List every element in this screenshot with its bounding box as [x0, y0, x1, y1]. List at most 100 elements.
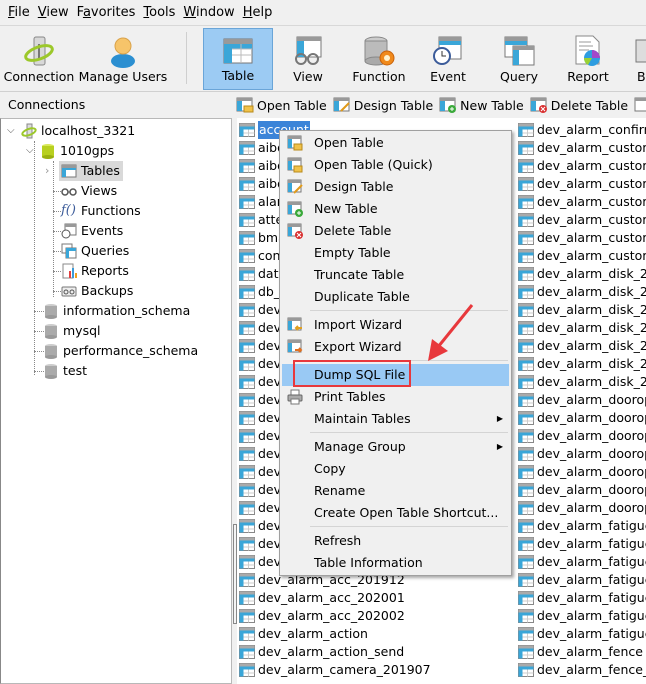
chevron-down-icon[interactable]: ⌵: [7, 121, 21, 141]
query-button[interactable]: Query: [483, 28, 555, 90]
table-list-item[interactable]: dev_alarm_doorop: [518, 445, 646, 463]
tree-database-mysql[interactable]: mysql: [43, 321, 101, 341]
menu-view[interactable]: View: [34, 5, 73, 20]
table-list-item[interactable]: dev_alarm_doorop: [518, 391, 646, 409]
table-list-item[interactable]: dev_alarm_action_send: [239, 643, 509, 661]
table-list-item[interactable]: dev_alarm_custom_: [518, 193, 646, 211]
table-list-item[interactable]: dev_alarm_custom_: [518, 211, 646, 229]
context-menu-item-create-open-table-shortcut[interactable]: Create Open Table Shortcut...: [282, 502, 509, 524]
report-button[interactable]: Report: [557, 28, 619, 90]
table-list-item[interactable]: dev_alarm_fatigue_: [518, 535, 646, 553]
table-list-item[interactable]: dev_alarm_fence: [518, 643, 646, 661]
table-list-item[interactable]: dev_alarm_action: [239, 625, 509, 643]
table-list-item[interactable]: dev_alarm_custom_: [518, 175, 646, 193]
tree-item-views[interactable]: Views: [61, 181, 117, 201]
tree-item-tables[interactable]: › Tables: [45, 161, 123, 181]
tree-item-queries[interactable]: Queries: [61, 241, 129, 261]
table-list-item[interactable]: dev_alarm_doorop: [518, 463, 646, 481]
tree-connection-localhost[interactable]: ⌵ localhost_3321: [7, 121, 135, 141]
delete-table-button[interactable]: Delete Table: [530, 97, 628, 113]
tree-database-information-schema[interactable]: information_schema: [43, 301, 190, 321]
table-list-item[interactable]: dev_alarm_fatigue_: [518, 517, 646, 535]
tree-database-test[interactable]: test: [43, 361, 87, 381]
table-list-item[interactable]: dev_alarm_disk_202: [518, 355, 646, 373]
event-button[interactable]: Event: [417, 28, 479, 90]
table-icon: [239, 213, 255, 227]
table-name: dev: [258, 482, 282, 497]
submenu-arrow-icon: ▶: [496, 414, 503, 423]
table-list-item[interactable]: dev_alarm_doorop: [518, 499, 646, 517]
table-list-item[interactable]: dev_alarm_fence_20: [518, 661, 646, 679]
backup-button[interactable]: Ba: [623, 28, 646, 90]
table-list-item[interactable]: dev_alarm_acc_202002: [239, 607, 509, 625]
table-list-item[interactable]: dev_alarm_doorop: [518, 427, 646, 445]
menu-tools[interactable]: Tools: [139, 5, 179, 20]
context-menu-item-truncate-table[interactable]: Truncate Table: [282, 264, 509, 286]
context-menu-item-open-table-quick[interactable]: Open Table (Quick): [282, 154, 509, 176]
context-menu-item-open-table[interactable]: Open Table: [282, 132, 509, 154]
tree-item-backups[interactable]: Backups: [61, 281, 133, 301]
function-button[interactable]: Function: [343, 28, 415, 90]
table-name: dev_alarm_custom_: [537, 176, 646, 191]
table-list-item[interactable]: dev_alarm_disk_201: [518, 265, 646, 283]
table-list-item[interactable]: dev_alarm_acc_202001: [239, 589, 509, 607]
table-list-item[interactable]: dev_alarm_confirm: [518, 121, 646, 139]
chevron-down-icon[interactable]: ⌵: [26, 141, 40, 161]
connection-button[interactable]: Connection: [2, 28, 76, 90]
tree-item-events[interactable]: Events: [61, 221, 123, 241]
design-table-button[interactable]: Design Table: [333, 97, 433, 113]
table-list-item[interactable]: dev_alarm_custom_: [518, 157, 646, 175]
context-menu-item-print-tables[interactable]: Print Tables: [282, 386, 509, 408]
table-icon: [239, 663, 255, 677]
submenu-arrow-icon: ▶: [496, 442, 503, 451]
tree-item-reports[interactable]: Reports: [61, 261, 129, 281]
context-menu-item-maintain-tables[interactable]: Maintain Tables ▶: [282, 408, 509, 430]
table-list-item[interactable]: dev_alarm_custom_: [518, 139, 646, 157]
menu-favorites[interactable]: Favorites: [73, 5, 140, 20]
table-list-item[interactable]: dev_alarm_fatigue_: [518, 607, 646, 625]
table-button[interactable]: Table: [203, 28, 273, 90]
tree-database-1010gps[interactable]: ⌵ 1010gps: [26, 141, 114, 161]
menu-window[interactable]: Window: [179, 5, 238, 20]
table-list-item[interactable]: dev_alarm_fatigue_: [518, 553, 646, 571]
table-list-item[interactable]: dev_alarm_disk_201: [518, 283, 646, 301]
table-list-item[interactable]: dev_alarm_custom_: [518, 247, 646, 265]
table-list-item[interactable]: dev_alarm_camera_201907: [239, 661, 509, 679]
table-name: dev: [258, 410, 282, 425]
open-table-button[interactable]: Open Table: [236, 97, 327, 113]
context-menu-item-design-table[interactable]: Design Table: [282, 176, 509, 198]
context-menu-item-copy[interactable]: Copy: [282, 458, 509, 480]
tree-item-functions[interactable]: f() Functions: [61, 201, 141, 221]
view-button[interactable]: View: [275, 28, 341, 90]
table-icon: [518, 375, 534, 389]
more-toolbar-button[interactable]: [634, 97, 646, 113]
table-list-item[interactable]: dev_alarm_disk_201: [518, 337, 646, 355]
context-menu-item-table-information[interactable]: Table Information: [282, 552, 509, 574]
table-name: con: [258, 248, 281, 263]
table-list-item[interactable]: dev_alarm_custom_: [518, 229, 646, 247]
table-list-item[interactable]: dev_alarm_fatigue_: [518, 571, 646, 589]
table-list-item[interactable]: dev_alarm_disk_202: [518, 373, 646, 391]
menu-help[interactable]: Help: [239, 5, 277, 20]
table-list-item[interactable]: dev_alarm_disk_201: [518, 319, 646, 337]
manage-users-button[interactable]: Manage Users: [78, 28, 168, 90]
context-menu-item-rename[interactable]: Rename: [282, 480, 509, 502]
chevron-right-icon[interactable]: ›: [45, 161, 59, 181]
menu-item-label: Open Table: [314, 135, 384, 150]
table-list-item[interactable]: dev_alarm_doorop: [518, 409, 646, 427]
design-table-icon: [333, 97, 350, 112]
context-menu-item-manage-group[interactable]: Manage Group ▶: [282, 436, 509, 458]
table-list-item[interactable]: dev_alarm_disk_201: [518, 301, 646, 319]
table-name: dev: [258, 356, 282, 371]
new-table-button[interactable]: New Table: [439, 97, 524, 113]
tree-database-performance-schema[interactable]: performance_schema: [43, 341, 198, 361]
table-list-item[interactable]: dev_alarm_fatigue_: [518, 589, 646, 607]
table-list-item[interactable]: dev_alarm_fatigue_: [518, 625, 646, 643]
context-menu-item-new-table[interactable]: New Table: [282, 198, 509, 220]
menu-file[interactable]: File: [4, 5, 34, 20]
open-table-icon: [236, 97, 254, 113]
context-menu-item-empty-table[interactable]: Empty Table: [282, 242, 509, 264]
context-menu-item-delete-table[interactable]: Delete Table: [282, 220, 509, 242]
context-menu-item-refresh[interactable]: Refresh: [282, 530, 509, 552]
table-list-item[interactable]: dev_alarm_doorop: [518, 481, 646, 499]
